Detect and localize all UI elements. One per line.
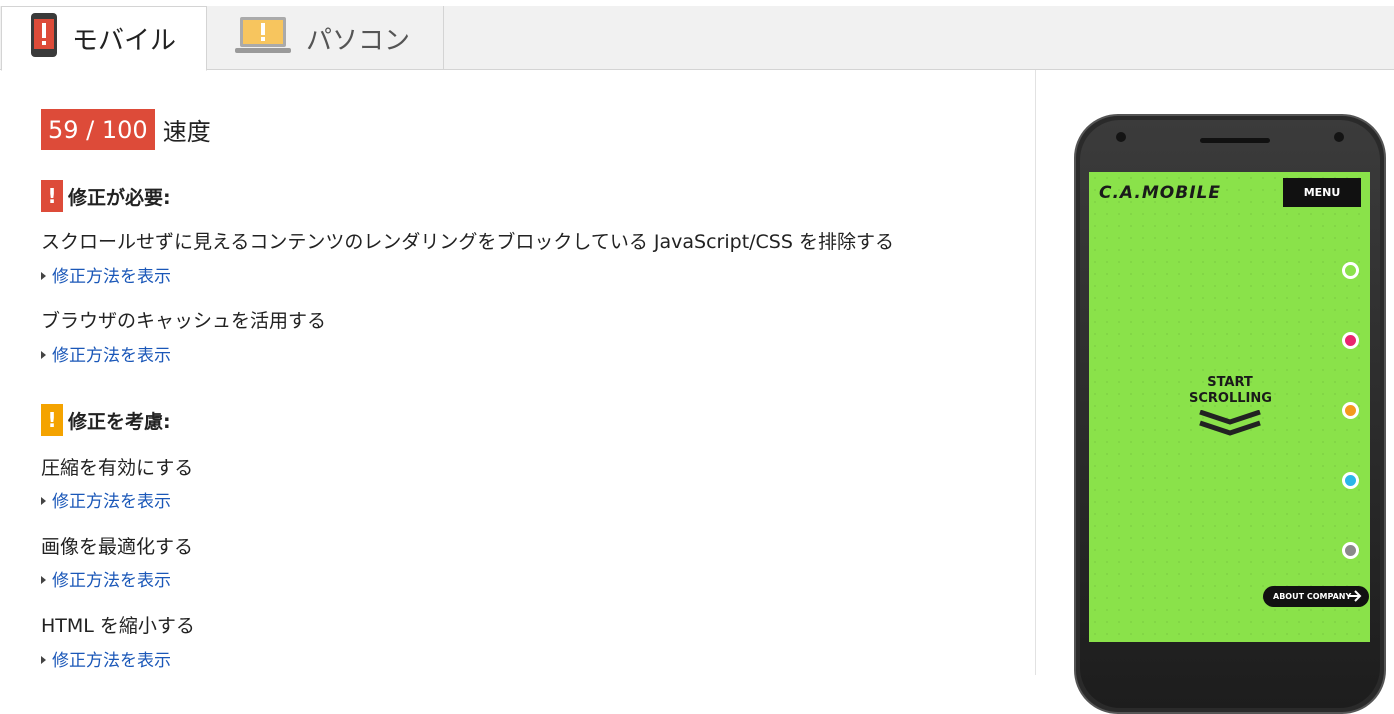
disclosure-triangle-icon — [41, 271, 46, 280]
disclosure-triangle-icon — [41, 350, 46, 359]
consider-fixing-title: 修正を考慮: — [68, 410, 171, 433]
nav-dot — [1342, 262, 1359, 279]
about-company-label: ABOUT COMPANY — [1273, 592, 1352, 601]
score-label: 速度 — [162, 118, 211, 146]
score-badge: 59 / 100 — [41, 109, 155, 150]
link-label: 修正方法を表示 — [52, 571, 171, 591]
arrow-right-icon — [1347, 588, 1363, 606]
mobile-phone-icon — [30, 12, 58, 65]
link-label: 修正方法を表示 — [52, 346, 171, 366]
show-how-to-fix-link[interactable]: 修正方法を表示 — [41, 262, 171, 287]
show-how-to-fix-link[interactable]: 修正方法を表示 — [41, 646, 171, 671]
rule-title: スクロールせずに見えるコンテンツのレンダリングをブロックしている JavaScr… — [41, 231, 894, 253]
scroll-down-chevron-icon — [1198, 409, 1262, 442]
site-menu-button: MENU — [1283, 178, 1361, 207]
disclosure-triangle-icon — [41, 575, 46, 584]
show-how-to-fix-link[interactable]: 修正方法を表示 — [41, 487, 171, 512]
show-how-to-fix-link[interactable]: 修正方法を表示 — [41, 566, 171, 591]
link-label: 修正方法を表示 — [52, 492, 171, 512]
panel-divider — [1035, 70, 1036, 675]
rule-title: 圧縮を有効にする — [41, 457, 194, 479]
score-row: 59 / 100 速度 — [41, 109, 211, 150]
nav-dot — [1342, 542, 1359, 559]
phone-camera — [1334, 132, 1344, 142]
tab-mobile-label: モバイル — [72, 26, 177, 56]
tab-bar: モバイル パソコン — [0, 0, 1394, 71]
tab-desktop-label: パソコン — [306, 25, 411, 56]
start-line: START — [1207, 375, 1253, 390]
phone-speaker — [1200, 138, 1270, 143]
scrolling-line: SCROLLING — [1189, 391, 1272, 406]
link-label: 修正方法を表示 — [52, 651, 171, 671]
error-icon: ! — [41, 180, 63, 212]
warning-icon: ! — [41, 404, 63, 436]
rule-title: ブラウザのキャッシュを活用する — [41, 310, 327, 332]
link-label: 修正方法を表示 — [52, 267, 171, 287]
phone-screen-preview: C.A.MOBILE MENU START SCROLLING ABOUT CO… — [1089, 172, 1370, 642]
laptop-icon — [234, 15, 292, 62]
disclosure-triangle-icon — [41, 655, 46, 664]
must-fix-heading: ! 修正が必要: — [41, 180, 171, 212]
about-company-button: ABOUT COMPANY — [1263, 586, 1369, 607]
nav-dot — [1342, 402, 1359, 419]
start-scrolling-text: START SCROLLING — [1189, 375, 1272, 407]
tab-desktop[interactable]: パソコン — [206, 6, 444, 70]
disclosure-triangle-icon — [41, 496, 46, 505]
site-logo: C.A.MOBILE — [1099, 183, 1221, 203]
tab-mobile[interactable]: モバイル — [1, 6, 207, 71]
rule-title: HTML を縮小する — [41, 615, 195, 637]
phone-sensor — [1116, 132, 1126, 142]
show-how-to-fix-link[interactable]: 修正方法を表示 — [41, 341, 171, 366]
must-fix-title: 修正が必要: — [68, 186, 171, 209]
nav-dot — [1342, 472, 1359, 489]
consider-fixing-heading: ! 修正を考慮: — [41, 404, 171, 436]
nav-dot — [1342, 332, 1359, 349]
rule-title: 画像を最適化する — [41, 536, 194, 558]
